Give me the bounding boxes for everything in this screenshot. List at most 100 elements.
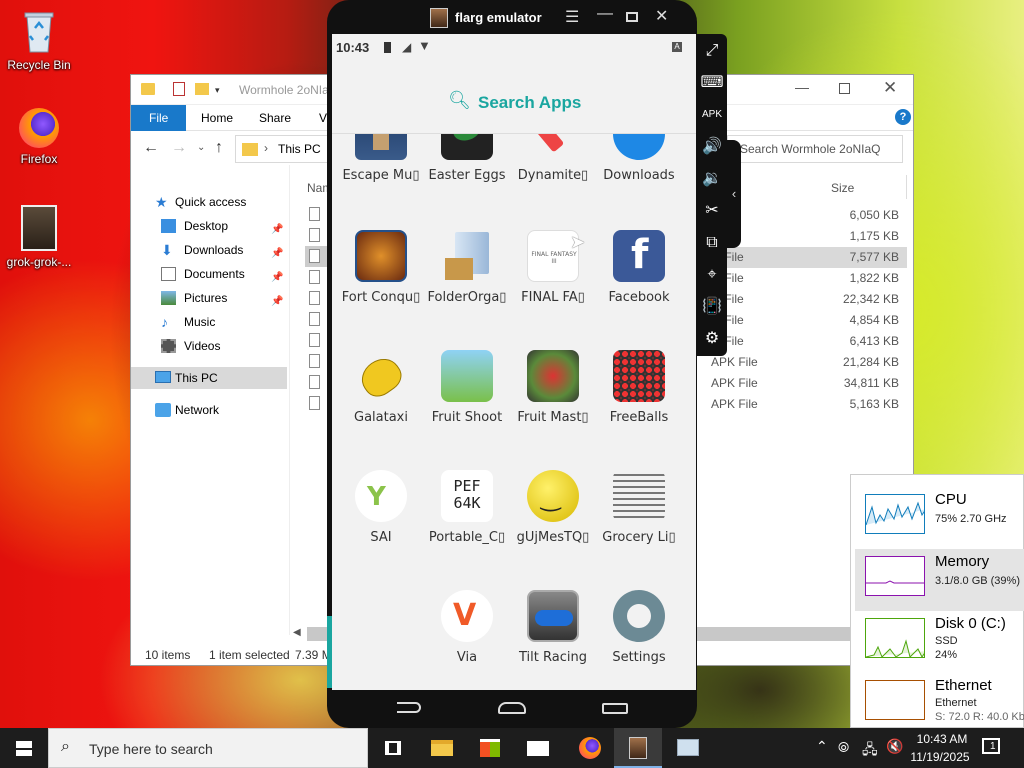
nav-this-pc[interactable]: This PC	[131, 367, 287, 389]
new-folder-icon[interactable]	[195, 83, 209, 95]
horizontal-scrollbar[interactable]	[307, 627, 327, 641]
task-view-button[interactable]	[370, 728, 418, 768]
pin-icon[interactable]: 📌	[271, 219, 283, 235]
table-row[interactable]: PK File22,342 KB	[697, 289, 907, 310]
table-row[interactable]: PK File6,413 KB	[697, 331, 907, 352]
recent-chevron-icon[interactable]: ⌄	[197, 142, 205, 153]
app-easter-eggs[interactable]: Easter Eggs	[424, 134, 510, 183]
app-downloads[interactable]: Downloads	[596, 134, 682, 183]
back-arrow-icon[interactable]: ←	[143, 139, 159, 157]
table-row[interactable]: APK File 34,811 KB	[697, 373, 907, 394]
nav-downloads[interactable]: ⬇ Downloads 📌	[131, 239, 287, 261]
network-status-icon[interactable]: 🖧	[862, 739, 878, 763]
android-back-icon[interactable]	[397, 702, 421, 713]
app-folder-organizer[interactable]: FolderOrga▯	[424, 230, 510, 305]
taskbar-store[interactable]	[466, 728, 514, 768]
pin-icon[interactable]: 📌	[271, 291, 283, 307]
quick-access-dropdown-icon[interactable]: ▾	[215, 85, 220, 96]
table-row-selected[interactable]: PK File7,577 KB	[697, 247, 907, 268]
notification-center-button[interactable]: 1	[980, 736, 1004, 760]
fullscreen-icon[interactable]: ⤢	[697, 36, 727, 66]
column-header-size[interactable]: Size	[831, 181, 854, 195]
perf-ethernet[interactable]: Ethernet Ethernet S: 72.0 R: 40.0 Kb	[855, 673, 1024, 735]
app-freeballs[interactable]: FreeBalls	[596, 350, 682, 425]
app-portable-c64[interactable]: PEF 64K Portable_C▯	[424, 470, 510, 545]
app-dynamite[interactable]: Dynamite▯	[510, 134, 596, 183]
start-button[interactable]	[0, 728, 48, 768]
webcam-icon[interactable]: ⦾	[838, 739, 849, 756]
scroll-left-arrow-icon[interactable]: ◀	[293, 627, 301, 638]
close-button[interactable]: ✕	[655, 6, 668, 26]
taskbar-mail[interactable]	[514, 728, 562, 768]
nav-videos[interactable]: Videos	[131, 335, 287, 357]
maximize-button[interactable]	[626, 12, 638, 22]
show-hidden-icons-chevron-icon[interactable]: ⌃	[816, 738, 828, 755]
app-settings[interactable]: Settings	[596, 590, 682, 665]
screenshot-scissors-icon[interactable]: ✂	[697, 196, 727, 226]
install-apk-icon[interactable]: APK	[697, 100, 727, 130]
help-icon[interactable]: ?	[895, 109, 911, 125]
pane-divider[interactable]	[289, 165, 290, 635]
up-arrow-icon[interactable]: ↑	[215, 139, 223, 157]
toolbar-collapse-tab[interactable]: ‹	[727, 140, 741, 248]
taskbar-emulator-active[interactable]	[614, 728, 662, 768]
nav-documents[interactable]: Documents 📌	[131, 263, 287, 285]
app-tilt-racing[interactable]: Tilt Racing	[510, 590, 596, 665]
pin-icon[interactable]: 📌	[271, 267, 283, 283]
app-smiley[interactable]: ‿ gUjMesTQ▯	[510, 470, 596, 545]
table-row[interactable]: APK File 5,163 KB	[697, 394, 907, 415]
properties-icon[interactable]	[173, 82, 185, 96]
keyboard-icon[interactable]: ⌨	[697, 68, 727, 98]
nav-quick-access[interactable]: ★ Quick access	[131, 191, 287, 213]
desktop-icon-recycle-bin[interactable]: Recycle Bin	[1, 8, 77, 72]
app-galataxi[interactable]: Galataxi	[338, 350, 424, 425]
search-apps-bar[interactable]: 🔍︎ Search Apps	[332, 60, 696, 134]
tab-share[interactable]: Share	[245, 105, 305, 131]
taskbar-search-box[interactable]: ⌕ Type here to search	[48, 728, 368, 768]
app-facebook[interactable]: f Facebook	[596, 230, 682, 305]
volume-muted-icon[interactable]: 🔇	[886, 738, 903, 755]
clock-date[interactable]: 11/19/2025	[908, 750, 972, 764]
app-sai[interactable]: Y SAI	[338, 470, 424, 545]
shake-icon[interactable]: 📳	[697, 292, 727, 322]
volume-up-icon[interactable]: 🔊	[697, 132, 727, 162]
forward-arrow-icon[interactable]: →	[171, 139, 187, 157]
close-button[interactable]: ✕	[883, 78, 897, 98]
location-icon[interactable]: ⌖	[697, 260, 727, 290]
app-via[interactable]: V Via	[424, 590, 510, 665]
app-escape-museum[interactable]: Escape Mu▯	[338, 134, 424, 183]
nav-music[interactable]: ♪ Music	[131, 311, 287, 333]
tab-home[interactable]: Home	[187, 105, 247, 131]
address-bar[interactable]: › This PC	[235, 135, 331, 163]
volume-down-icon[interactable]: 🔉	[697, 164, 727, 194]
nav-pictures[interactable]: Pictures 📌	[131, 287, 287, 309]
table-row[interactable]: PK File1,822 KB	[697, 268, 907, 289]
taskbar-app[interactable]	[664, 728, 712, 768]
android-recents-icon[interactable]	[602, 703, 628, 714]
settings-icon[interactable]: ⚙	[697, 324, 727, 354]
android-home-icon[interactable]	[498, 702, 526, 714]
desktop-icon-image-file[interactable]: grok-grok-...	[1, 205, 77, 269]
app-fort-conquer[interactable]: Fort Conqu▯	[338, 230, 424, 305]
multi-instance-icon[interactable]: ⧉	[697, 228, 727, 258]
app-grocery-list[interactable]: Grocery Li▯	[596, 470, 682, 545]
desktop-icon-firefox[interactable]: Firefox	[1, 108, 77, 166]
taskbar-file-explorer[interactable]	[418, 728, 466, 768]
minimize-button[interactable]: —	[597, 5, 613, 23]
nav-desktop[interactable]: Desktop 📌	[131, 215, 287, 237]
table-row[interactable]: PK File4,854 KB	[697, 310, 907, 331]
search-box[interactable]: Search Wormhole 2oNIaQ	[727, 135, 903, 163]
maximize-button[interactable]	[839, 83, 850, 94]
taskbar-firefox[interactable]	[566, 728, 614, 768]
table-row[interactable]: APK File 21,284 KB	[697, 352, 907, 373]
app-fruit-shoot[interactable]: Fruit Shoot	[424, 350, 510, 425]
perf-memory[interactable]: Memory 3.1/8.0 GB (39%)	[855, 549, 1024, 611]
app-fruit-master[interactable]: Fruit Mast▯	[510, 350, 596, 425]
pin-icon[interactable]: 📌	[271, 243, 283, 259]
tab-file[interactable]: File	[131, 105, 187, 131]
perf-cpu[interactable]: CPU 75% 2.70 GHz	[855, 487, 1024, 549]
menu-icon[interactable]: ☰	[565, 7, 579, 27]
minimize-button[interactable]: —	[795, 79, 809, 95]
perf-disk[interactable]: Disk 0 (C:) SSD 24%	[855, 611, 1024, 673]
nav-network[interactable]: Network	[131, 399, 287, 421]
